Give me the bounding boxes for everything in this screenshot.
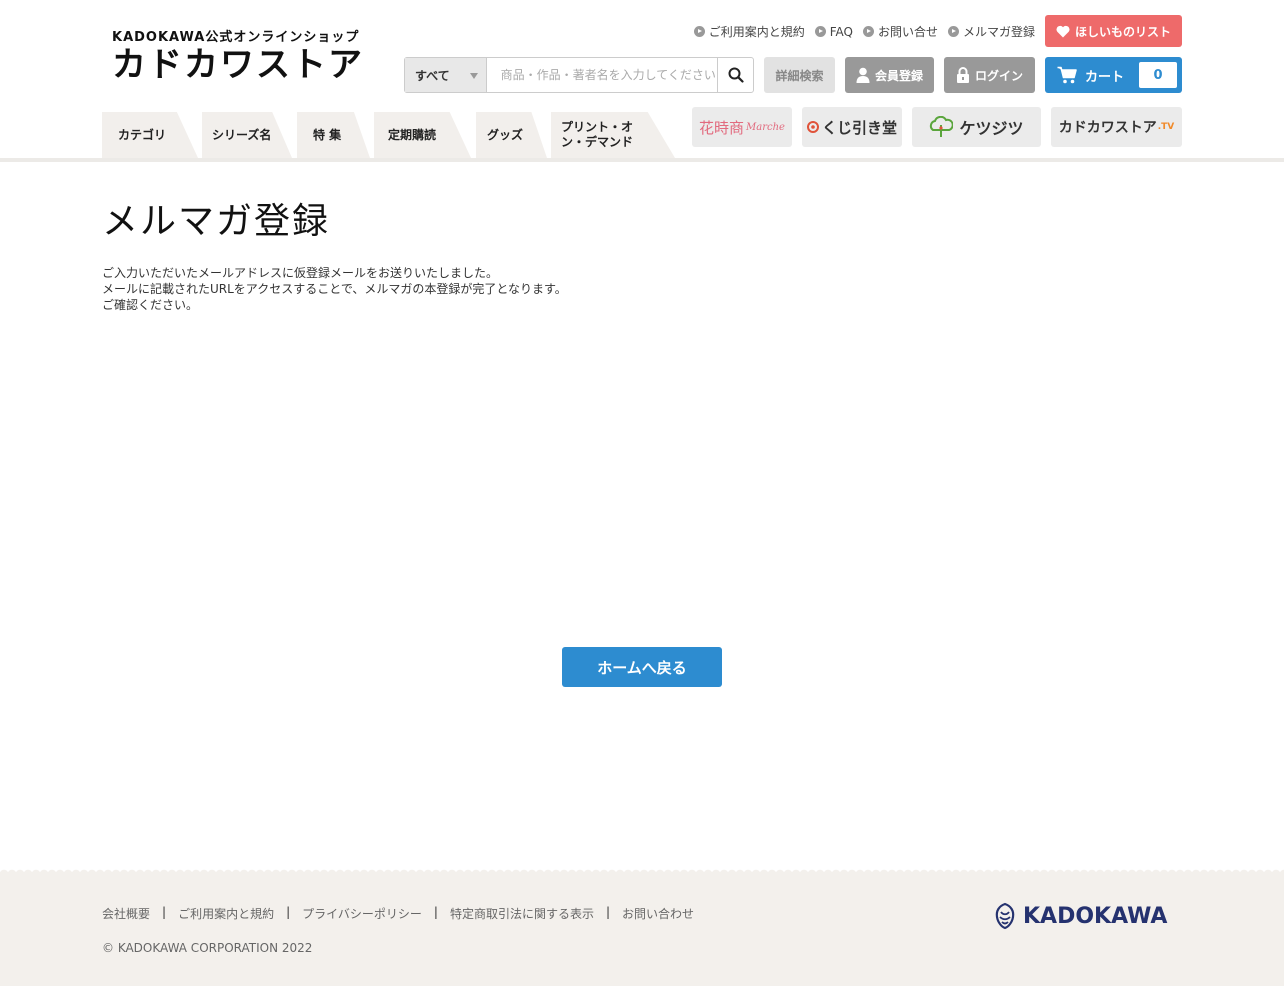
top-link-contact[interactable]: お問い合せ — [862, 23, 938, 40]
footer-link-privacy[interactable]: プライバシーポリシー — [302, 905, 422, 922]
marche-logo-text: 花時商 — [699, 118, 745, 137]
cart-count-badge: 0 — [1139, 62, 1177, 88]
arrow-circle-icon — [814, 26, 826, 37]
kadokawa-logo[interactable]: KADOKAWA — [993, 902, 1167, 930]
kadokawa-store-tv-logo-text: カドカワストア — [1058, 120, 1157, 136]
register-label: 会員登録 — [874, 68, 923, 83]
top-link-label: ご利用案内と規約 — [708, 25, 805, 39]
register-button[interactable]: 会員登録 — [845, 57, 934, 93]
footer-links: 会社概要 | ご利用案内と規約 | プライバシーポリシー | 特定商取引法に関す… — [102, 905, 694, 922]
logo-subtitle: KADOKAWA公式オンラインショップ — [112, 30, 360, 45]
message-line: メールに記載されたURLをアクセスすることで、メルマガの本登録が完了となります。 — [102, 282, 567, 296]
site-logo[interactable]: KADOKAWA公式オンラインショップ カドカワストア — [112, 26, 364, 85]
caret-down-icon — [469, 73, 478, 79]
cart-button[interactable]: カート 0 — [1045, 57, 1182, 93]
top-links: ご利用案内と規約 FAQ お問い合せ メルマガ登録 — [693, 23, 1035, 40]
footer-zigzag-edge — [0, 866, 1284, 874]
copyright: © KADOKAWA CORPORATION 2022 — [102, 941, 313, 955]
page: KADOKAWA公式オンラインショップ カドカワストア ご利用案内と規約 FAQ… — [0, 0, 1284, 986]
lock-icon — [956, 67, 969, 83]
search-bar: すべて — [404, 57, 754, 93]
search-icon — [728, 67, 744, 83]
search-input[interactable] — [486, 58, 718, 92]
tab-label: 定期購読 — [388, 127, 437, 142]
footer-link-company[interactable]: 会社概要 — [102, 905, 150, 922]
search-category-select[interactable]: すべて — [405, 58, 487, 92]
message-line: ご入力いただいたメールアドレスに仮登録メールをお送りいたしました。 — [102, 266, 499, 280]
partner-marche-banner[interactable]: 花時商 Marche — [692, 107, 792, 147]
tab-label: 特 集 — [313, 127, 342, 142]
tab-label: シリーズ名 — [212, 127, 272, 142]
footer-link-contact[interactable]: お問い合わせ — [622, 905, 694, 922]
top-link-label: メルマガ登録 — [962, 25, 1035, 39]
top-link-label: FAQ — [829, 24, 853, 39]
cart-icon — [1057, 66, 1077, 84]
phoenix-icon — [995, 902, 1015, 930]
back-to-home-button[interactable]: ホームへ戻る — [562, 647, 722, 687]
advanced-search-label: 詳細検索 — [775, 68, 824, 83]
tree-icon — [930, 116, 954, 137]
tab-label: カテゴリ — [118, 127, 167, 142]
arrow-circle-icon — [947, 26, 959, 37]
footer-link-guide[interactable]: ご利用案内と規約 — [178, 905, 274, 922]
advanced-search-button[interactable]: 詳細検索 — [764, 57, 835, 93]
tab-goods[interactable]: グッズ — [476, 112, 547, 158]
logo-title: カドカワストア — [112, 45, 364, 85]
kadokawa-store-tv-suffix: .TV — [1157, 122, 1175, 132]
footer-separator: | — [162, 905, 167, 919]
top-link-guide[interactable]: ご利用案内と規約 — [693, 23, 805, 40]
footer-separator: | — [605, 905, 610, 919]
tab-category[interactable]: カテゴリ — [102, 112, 198, 158]
message-line: ご確認ください。 — [102, 298, 199, 312]
search-category-value: すべて — [415, 68, 450, 83]
wishlist-label: ほしいものリスト — [1074, 24, 1171, 39]
footer-separator: | — [433, 905, 438, 919]
target-icon — [806, 121, 819, 133]
user-icon — [856, 67, 870, 83]
tab-subscription[interactable]: 定期購読 — [374, 112, 471, 158]
kadokawa-logo-text: KADOKAWA — [1023, 903, 1168, 929]
arrow-circle-icon — [862, 26, 874, 37]
header-divider — [0, 158, 1284, 162]
ketsujitsu-logo-text: ケツジツ — [959, 119, 1024, 138]
partner-kadokawa-store-tv-banner[interactable]: カドカワストア .TV — [1051, 107, 1182, 147]
search-submit-button[interactable] — [717, 58, 753, 92]
confirmation-message: ご入力いただいたメールアドレスに仮登録メールをお送りいたしました。 メールに記載… — [102, 265, 567, 313]
login-button[interactable]: ログイン — [944, 57, 1035, 93]
wishlist-button[interactable]: ほしいものリスト — [1045, 15, 1182, 47]
cart-label: カート — [1085, 69, 1125, 85]
tab-label: プリント・オン・デマンド — [561, 120, 634, 149]
partner-kujibikido-banner[interactable]: くじ引き堂 — [802, 107, 902, 147]
tab-label: グッズ — [487, 127, 524, 142]
partner-ketsujitsu-banner[interactable]: ケツジツ — [912, 107, 1041, 147]
heart-icon — [1056, 25, 1070, 37]
tab-feature[interactable]: 特 集 — [297, 112, 370, 158]
page-title: メルマガ登録 — [102, 201, 331, 242]
login-label: ログイン — [974, 68, 1023, 83]
kujibikido-logo-text: くじ引き堂 — [821, 118, 897, 137]
arrow-circle-icon — [693, 26, 705, 37]
footer-separator: | — [286, 905, 291, 919]
marche-logo-sub: Marche — [746, 121, 785, 133]
tab-print-on-demand[interactable]: プリント・オン・デマンド — [551, 112, 675, 158]
top-link-faq[interactable]: FAQ — [814, 23, 853, 40]
footer-link-commerce-law[interactable]: 特定商取引法に関する表示 — [450, 905, 594, 922]
tab-series[interactable]: シリーズ名 — [202, 112, 292, 158]
top-link-label: お問い合せ — [877, 25, 938, 39]
top-link-newsletter[interactable]: メルマガ登録 — [947, 23, 1035, 40]
footer: 会社概要 | ご利用案内と規約 | プライバシーポリシー | 特定商取引法に関す… — [0, 866, 1284, 986]
